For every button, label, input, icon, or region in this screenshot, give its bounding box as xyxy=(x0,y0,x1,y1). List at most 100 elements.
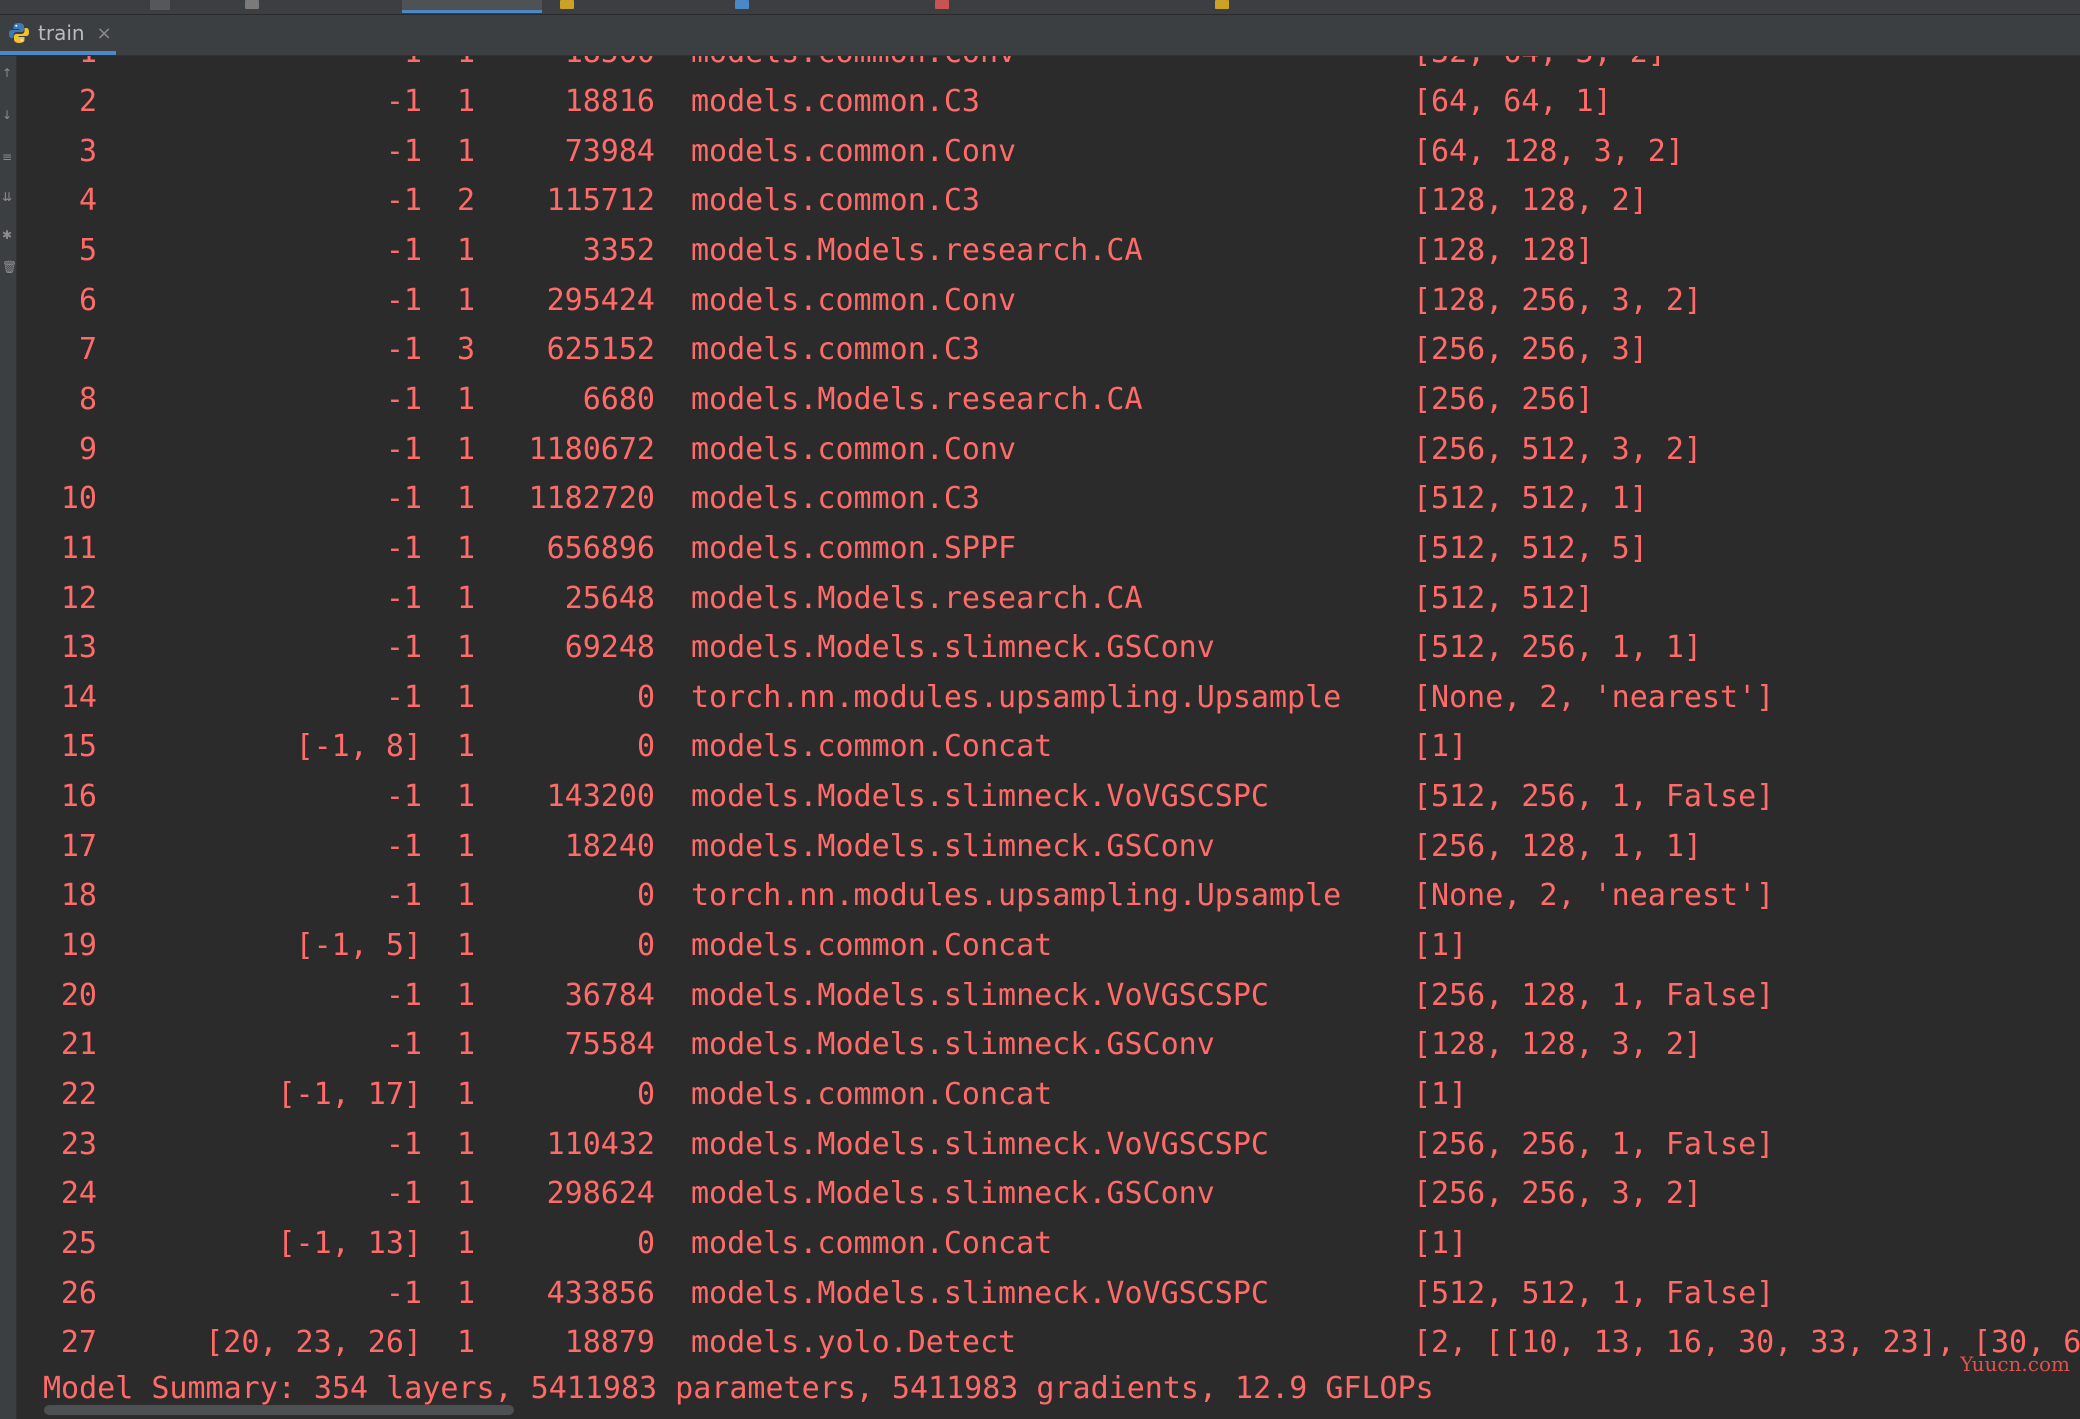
layer-params: 0 xyxy=(636,1077,655,1112)
layer-module: models.common.C3 xyxy=(691,481,980,517)
run-tool-window-tabs: train × xyxy=(0,15,2080,56)
layer-params: 0 xyxy=(636,729,655,765)
layer-module: models.Models.research.CA xyxy=(691,580,1143,616)
console-output[interactable]: 1 -1 1 18560 models.common.Conv [32, 64,… xyxy=(17,56,2080,1419)
layer-module: models.Models.slimneck.VoVGSCSPC xyxy=(691,977,1269,1013)
layer-module: models.Models.slimneck.VoVGSCSPC xyxy=(691,779,1269,815)
layer-params: 110432 xyxy=(546,1126,655,1162)
config-file-icon xyxy=(1215,0,1229,9)
scroll-up-icon[interactable]: ↑ xyxy=(2,66,12,80)
python-icon xyxy=(9,23,29,43)
layer-module: torch.nn.modules.upsampling.Upsample xyxy=(691,679,1342,715)
layer-module: models.common.Concat xyxy=(691,1077,1053,1112)
horizontal-scrollbar[interactable] xyxy=(44,1405,514,1415)
layer-arguments: [None, 2, 'nearest'] xyxy=(1413,679,1775,715)
file-icon xyxy=(245,0,259,9)
layer-module: models.Models.slimneck.GSConv xyxy=(691,630,1215,666)
layer-params: 298624 xyxy=(546,1176,655,1212)
layer-module: torch.nn.modules.upsampling.Upsample xyxy=(691,878,1342,914)
layer-params: 115712 xyxy=(546,183,655,219)
layer-params: 1180672 xyxy=(528,431,655,467)
layer-params: 3352 xyxy=(582,232,655,268)
layer-params: 18240 xyxy=(564,828,655,864)
layer-params: 1182720 xyxy=(528,481,655,517)
layer-module: models.Models.slimneck.GSConv xyxy=(691,1027,1215,1063)
layer-arguments: [128, 128, 2] xyxy=(1413,183,1648,219)
layer-params: 18816 xyxy=(564,84,655,119)
layer-params: 295424 xyxy=(546,282,655,318)
layer-arguments: [256, 256, 3] xyxy=(1413,332,1648,368)
file-tab-hint[interactable] xyxy=(150,0,170,10)
run-toolbar: ↑ ↓ ≡ ⇊ ✱ 🗑 xyxy=(0,56,17,1419)
layer-params: 433856 xyxy=(546,1275,655,1311)
layer-params: 75584 xyxy=(564,1027,655,1063)
soft-wrap-icon[interactable]: ≡ xyxy=(2,150,12,164)
close-icon[interactable]: × xyxy=(97,23,112,44)
layer-arguments: [512, 256, 1, False] xyxy=(1413,779,1775,815)
layer-module: models.Models.slimneck.GSConv xyxy=(691,828,1215,864)
layer-arguments: [1] xyxy=(1413,1225,1468,1261)
layer-params: 0 xyxy=(636,878,655,914)
layer-module: models.Models.slimneck.VoVGSCSPC xyxy=(691,1126,1269,1162)
layer-params: 625152 xyxy=(546,332,655,368)
layer-arguments: [256, 128, 1, False] xyxy=(1413,977,1775,1013)
layer-params: 69248 xyxy=(564,630,655,666)
layer-arguments: [None, 2, 'nearest'] xyxy=(1413,878,1775,914)
layer-arguments: [256, 256, 3, 2] xyxy=(1413,1176,1702,1212)
layer-params: 656896 xyxy=(546,530,655,566)
editor-tabs-strip xyxy=(0,0,2080,15)
layer-module: models.Models.slimneck.GSConv xyxy=(691,1176,1215,1212)
layer-params: 18879 xyxy=(564,1325,655,1361)
layer-arguments: [512, 256, 1, 1] xyxy=(1413,630,1702,666)
layer-arguments: [128, 128] xyxy=(1413,232,1594,268)
layer-module: models.common.Conv xyxy=(691,282,1017,318)
layer-arguments: [1] xyxy=(1413,928,1468,964)
scroll-to-end-icon[interactable]: ⇊ xyxy=(2,190,12,204)
layer-module: models.common.Concat xyxy=(691,729,1053,765)
layer-arguments: [256, 128, 1, 1] xyxy=(1413,828,1702,864)
layer-module: models.yolo.Detect xyxy=(691,1325,1017,1361)
layer-arguments: [1] xyxy=(1413,729,1468,765)
layer-arguments: [256, 256] xyxy=(1413,381,1594,417)
layer-arguments: [1] xyxy=(1413,1077,1468,1112)
layer-params: 0 xyxy=(636,679,655,715)
layer-params: 6680 xyxy=(582,381,655,417)
layer-params: 18560 xyxy=(17,56,655,74)
layer-arguments: [64, 128, 3, 2] xyxy=(1413,133,1684,169)
layer-params: 143200 xyxy=(546,779,655,815)
console-line-partial: 1 -1 1 18560 models.common.Conv [32, 64,… xyxy=(17,56,1666,74)
layer-arguments: [32, 64, 3, 2] xyxy=(1413,56,1666,74)
scroll-down-icon[interactable]: ↓ xyxy=(2,108,12,122)
layer-arguments: [512, 512, 1, False] xyxy=(1413,1275,1775,1311)
layer-arguments: [256, 256, 1, False] xyxy=(1413,1126,1775,1162)
layer-params: 0 xyxy=(636,928,655,964)
layer-arguments: [128, 256, 3, 2] xyxy=(1413,282,1702,318)
layer-params: 25648 xyxy=(564,580,655,616)
layer-arguments: [512, 512] xyxy=(1413,580,1594,616)
layer-arguments: [64, 64, 1] xyxy=(1413,84,1612,119)
layer-module: models.Models.research.CA xyxy=(691,232,1143,268)
layer-params: 0 xyxy=(636,1225,655,1261)
python-file-icon xyxy=(735,0,749,9)
clear-all-icon[interactable]: 🗑 xyxy=(2,260,17,274)
layer-module: models.common.Conv xyxy=(691,133,1017,169)
layer-params: 73984 xyxy=(564,133,655,169)
layer-module: models.Models.slimneck.VoVGSCSPC xyxy=(691,1275,1269,1311)
watermark: Yuucn.com xyxy=(1960,1352,2070,1376)
layer-module: models.common.C3 xyxy=(691,183,980,219)
run-tab-train[interactable]: train × xyxy=(0,15,116,55)
layer-module: models.common.Concat xyxy=(691,928,1053,964)
layer-module: models.Models.research.CA xyxy=(691,381,1143,417)
model-summary-line: Model Summary: 354 layers, 5411983 param… xyxy=(43,1371,1434,1406)
active-file-tab[interactable] xyxy=(402,0,542,13)
layer-module: models.common.Conv xyxy=(691,431,1017,467)
layer-arguments: [512, 512, 1] xyxy=(1413,481,1648,517)
layer-module: models.common.Concat xyxy=(691,1225,1053,1261)
html-file-icon xyxy=(935,0,949,9)
layer-arguments: [128, 128, 3, 2] xyxy=(1413,1027,1702,1063)
layer-module: models.common.SPPF xyxy=(691,530,1017,566)
pin-tab-icon[interactable]: ✱ xyxy=(2,228,12,242)
layer-arguments: [256, 512, 3, 2] xyxy=(1413,431,1702,467)
folder-icon xyxy=(560,0,574,9)
layer-params: 36784 xyxy=(564,977,655,1013)
